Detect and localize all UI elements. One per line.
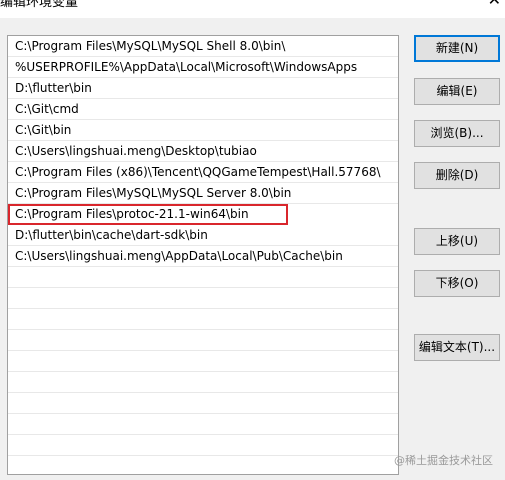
list-item[interactable]: C:\Git\cmd: [8, 99, 398, 120]
title-bar: 编辑环境变量 ✕: [0, 0, 505, 18]
edit-button[interactable]: 编辑(E): [414, 78, 500, 105]
delete-button[interactable]: 删除(D): [414, 162, 500, 189]
empty-row[interactable]: [8, 330, 398, 351]
list-item-highlighted[interactable]: C:\Program Files\protoc-21.1-win64\bin: [8, 204, 288, 225]
list-item[interactable]: C:\Users\lingshuai.meng\AppData\Local\Pu…: [8, 246, 398, 267]
watermark: @稀土掘金技术社区: [394, 454, 493, 467]
window-title: 编辑环境变量: [0, 0, 79, 10]
empty-row[interactable]: [8, 456, 398, 474]
edit-text-button[interactable]: 编辑文本(T)...: [414, 334, 500, 361]
empty-row[interactable]: [8, 393, 398, 414]
empty-row[interactable]: [8, 351, 398, 372]
empty-row[interactable]: [8, 414, 398, 435]
new-button[interactable]: 新建(N): [414, 35, 500, 62]
empty-row[interactable]: [8, 309, 398, 330]
close-icon[interactable]: ✕: [488, 0, 501, 9]
move-up-button[interactable]: 上移(U): [414, 228, 500, 255]
list-item[interactable]: C:\Git\bin: [8, 120, 398, 141]
list-item[interactable]: C:\Program Files\MySQL\MySQL Shell 8.0\b…: [8, 36, 398, 57]
list-item[interactable]: C:\Program Files (x86)\Tencent\QQGameTem…: [8, 162, 398, 183]
list-item[interactable]: C:\Users\lingshuai.meng\Desktop\tubiao: [8, 141, 398, 162]
browse-button[interactable]: 浏览(B)...: [414, 120, 500, 147]
list-item[interactable]: D:\flutter\bin: [8, 78, 398, 99]
list-item[interactable]: %USERPROFILE%\AppData\Local\Microsoft\Wi…: [8, 57, 398, 78]
empty-row[interactable]: [8, 372, 398, 393]
move-down-button[interactable]: 下移(O): [414, 270, 500, 297]
empty-row[interactable]: [8, 267, 398, 288]
list-item[interactable]: C:\Program Files\MySQL\MySQL Server 8.0\…: [8, 183, 398, 204]
list-item[interactable]: D:\flutter\bin\cache\dart-sdk\bin: [8, 225, 398, 246]
empty-row[interactable]: [8, 288, 398, 309]
empty-row[interactable]: [8, 435, 398, 456]
path-list[interactable]: C:\Program Files\MySQL\MySQL Shell 8.0\b…: [7, 35, 399, 475]
